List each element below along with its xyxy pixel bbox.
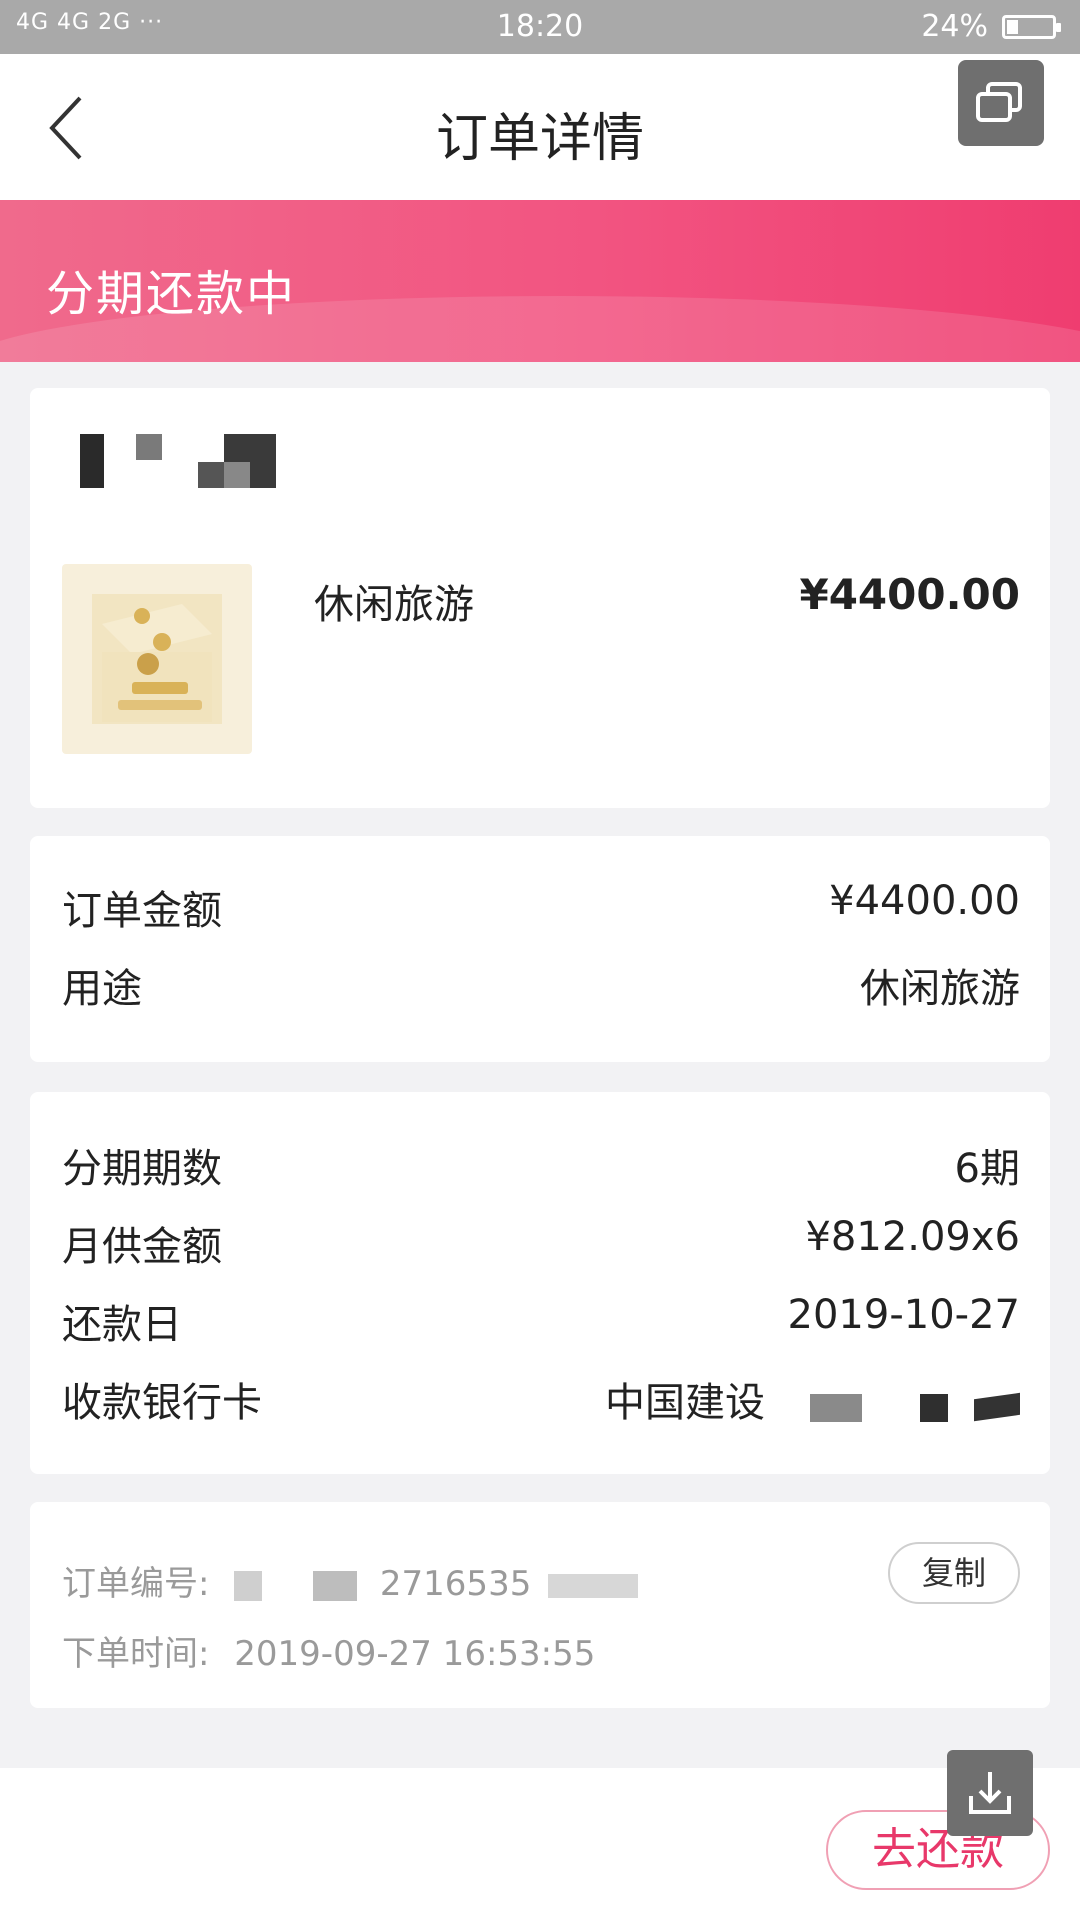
order-number-label: 订单编号: bbox=[62, 1564, 210, 1604]
battery-fill bbox=[1007, 19, 1018, 34]
bank-card-value: 中国建设 bbox=[605, 1380, 765, 1426]
repayment-date-value: 2019-10-27 bbox=[787, 1292, 1020, 1338]
redacted-order-number-suffix bbox=[548, 1573, 639, 1598]
redacted-order-number-prefix bbox=[234, 1570, 263, 1601]
footer-bar: 去还款 bbox=[0, 1768, 1080, 1920]
multi-window-button[interactable] bbox=[958, 60, 1044, 146]
order-summary-card: 订单金额 ¥4400.00 用途 休闲旅游 bbox=[30, 836, 1050, 1062]
battery-indicator: 24% bbox=[921, 9, 1061, 44]
status-bar: 4G 4G 2G ··· 18:20 24% bbox=[0, 0, 1080, 54]
bank-card-row: 收款银行卡 中国建设 bbox=[62, 1370, 1020, 1430]
purpose-row: 用途 休闲旅游 bbox=[62, 956, 1020, 1016]
order-meta-card: 订单编号: 2716535 复制 下单时间: 2019-09-27 16:53:… bbox=[30, 1502, 1050, 1708]
battery-percent: 24% bbox=[921, 9, 988, 44]
redacted-order-number-mid bbox=[313, 1570, 358, 1601]
floating-download-button[interactable] bbox=[947, 1750, 1033, 1836]
product-name: 休闲旅游 bbox=[314, 582, 474, 628]
redacted-card-number bbox=[810, 1392, 1020, 1422]
repayment-status: 分期还款中 bbox=[46, 266, 297, 322]
order-amount-value: ¥4400.00 bbox=[829, 878, 1020, 924]
installment-count-row: 分期期数 6期 bbox=[62, 1136, 1020, 1196]
header: 订单详情 bbox=[0, 54, 1080, 200]
gold-coins-cube-icon bbox=[92, 594, 222, 724]
product-card[interactable]: 休闲旅游 ¥4400.00 bbox=[30, 388, 1050, 808]
purpose-label: 用途 bbox=[62, 966, 142, 1012]
order-number-value: 2716535 bbox=[379, 1564, 532, 1604]
order-number-row: 订单编号: 2716535 bbox=[62, 1556, 639, 1605]
product-thumbnail bbox=[62, 564, 252, 754]
copy-order-number-button[interactable]: 复制 bbox=[888, 1542, 1020, 1604]
repayment-date-label: 还款日 bbox=[62, 1302, 182, 1348]
page-title: 订单详情 bbox=[435, 109, 644, 169]
order-time-row: 下单时间: 2019-09-27 16:53:55 bbox=[62, 1626, 595, 1675]
redacted-merchant-name bbox=[80, 434, 300, 488]
order-time-label: 下单时间: bbox=[62, 1634, 210, 1674]
monthly-payment-label: 月供金额 bbox=[62, 1224, 222, 1270]
multi-window-icon bbox=[976, 82, 1022, 122]
status-banner: 分期还款中 bbox=[0, 200, 1080, 362]
installment-plan-card: 分期期数 6期 月供金额 ¥812.09x6 还款日 2019-10-27 收款… bbox=[30, 1092, 1050, 1474]
order-amount-label: 订单金额 bbox=[62, 888, 222, 934]
repayment-date-row: 还款日 2019-10-27 bbox=[62, 1292, 1020, 1352]
status-time: 18:20 bbox=[496, 9, 584, 44]
installment-count-value: 6期 bbox=[954, 1146, 1020, 1192]
order-time-value: 2019-09-27 16:53:55 bbox=[234, 1634, 596, 1674]
bank-card-label: 收款银行卡 bbox=[62, 1380, 262, 1426]
download-icon bbox=[969, 1772, 1011, 1814]
battery-icon bbox=[1002, 14, 1061, 39]
installment-count-label: 分期期数 bbox=[62, 1146, 222, 1192]
monthly-payment-row: 月供金额 ¥812.09x6 bbox=[62, 1214, 1020, 1274]
purpose-value: 休闲旅游 bbox=[860, 966, 1020, 1012]
order-amount-row: 订单金额 ¥4400.00 bbox=[62, 878, 1020, 938]
monthly-payment-value: ¥812.09x6 bbox=[805, 1214, 1020, 1260]
product-price: ¥4400.00 bbox=[799, 570, 1020, 619]
